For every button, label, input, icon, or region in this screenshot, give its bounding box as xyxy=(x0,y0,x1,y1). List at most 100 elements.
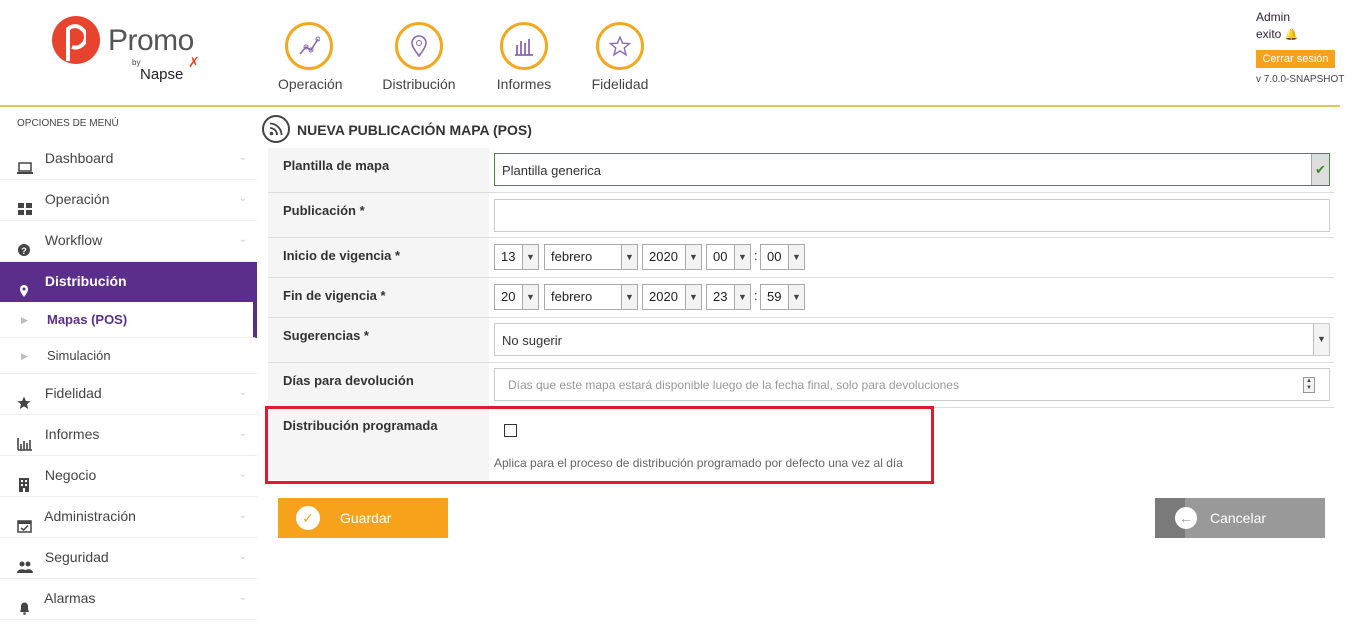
start-minute-select[interactable]: 00 ▼ xyxy=(760,244,805,270)
chevron-down-icon: ▼ xyxy=(522,245,538,269)
topnav-informes[interactable]: Informes xyxy=(495,22,553,100)
bell-icon xyxy=(17,591,33,616)
sidebar-item-distribucion[interactable]: Distribución xyxy=(0,262,257,302)
user-status: exito xyxy=(1256,27,1282,41)
sidebar-item-label: Negocio xyxy=(44,467,97,483)
sidebar-item-workflow[interactable]: ? Workflow ⌄ xyxy=(0,221,257,262)
suggestions-value: No sugerir xyxy=(502,333,562,348)
topnav-label: Distribución xyxy=(382,76,456,92)
chevron-down-icon: ▼ xyxy=(621,245,637,269)
sidebar-subitem-mapas-pos[interactable]: ▶ Mapas (POS) xyxy=(0,302,257,338)
end-minute-select[interactable]: 59 ▼ xyxy=(760,284,805,310)
sidebar-item-label: Seguridad xyxy=(44,549,109,565)
publication-input[interactable] xyxy=(494,199,1330,232)
time-separator: : xyxy=(754,288,758,303)
chevron-down-icon: ▼ xyxy=(522,285,538,309)
sidebar-item-seguridad[interactable]: Seguridad ⌄ xyxy=(0,538,257,579)
topnav-label: Fidelidad xyxy=(591,76,649,92)
template-value: Plantilla generica xyxy=(502,163,602,178)
topnav-label: Informes xyxy=(496,76,552,92)
select-value: 13 xyxy=(501,249,516,264)
select-value: 23 xyxy=(713,289,728,304)
select-value: 20 xyxy=(501,289,516,304)
promo-logo[interactable]: Promo by Napse ✗ xyxy=(52,16,212,86)
end-day-select[interactable]: 20 ▼ xyxy=(494,284,539,310)
form-row-suggestions: Sugerencias * No sugerir ▼ xyxy=(268,318,1334,363)
chevron-down-icon: ⌄ xyxy=(238,510,247,521)
chevron-down-icon: ⌄ xyxy=(238,193,247,204)
sidebar-item-operacion[interactable]: Operación ⌄ xyxy=(0,180,257,221)
time-separator: : xyxy=(754,248,758,263)
field-label: Publicación * xyxy=(268,193,489,237)
chevron-down-icon: ▼ xyxy=(788,245,804,269)
sidebar-item-alarmas[interactable]: Alarmas ⌄ xyxy=(0,579,257,620)
user-status-row: exito 🔔 xyxy=(1256,26,1298,44)
select-value: 00 xyxy=(767,249,782,264)
sidebar-item-label: Workflow xyxy=(44,232,103,248)
chevron-down-icon: ⌄ xyxy=(238,428,247,439)
sidebar-item-administracion[interactable]: Administración ⌄ xyxy=(0,497,257,538)
sidebar-item-label: Operación xyxy=(44,191,110,207)
number-spinner[interactable]: ▲ ▼ xyxy=(1303,377,1315,393)
return-days-placeholder: Días que este mapa estará disponible lue… xyxy=(508,378,959,392)
start-year-select[interactable]: 2020 ▼ xyxy=(642,244,702,270)
end-hour-select[interactable]: 23 ▼ xyxy=(706,284,751,310)
start-hour-select[interactable]: 00 ▼ xyxy=(706,244,751,270)
user-name[interactable]: Admin xyxy=(1256,9,1298,26)
bell-icon[interactable]: 🔔 xyxy=(1285,29,1299,41)
svg-text:?: ? xyxy=(21,246,27,256)
chevron-down-icon: ⌄ xyxy=(238,234,247,245)
template-select[interactable]: Plantilla generica ✔ xyxy=(494,153,1330,186)
sidebar-item-informes[interactable]: Informes ⌄ xyxy=(0,415,257,456)
end-year-select[interactable]: 2020 ▼ xyxy=(642,284,702,310)
cancel-button[interactable]: ← Cancelar xyxy=(1155,498,1325,538)
sidebar: OPCIONES DE MENÚ Dashboard ⌄ Operación ⌄… xyxy=(0,107,257,628)
arrow-left-icon: ← xyxy=(1175,507,1197,529)
field-label: Sugerencias * xyxy=(268,318,489,362)
brand-company: Napse xyxy=(140,66,184,83)
user-info: Admin exito 🔔 xyxy=(1256,9,1298,44)
chevron-down-icon: ⌄ xyxy=(238,387,247,398)
suggestions-select[interactable]: No sugerir ▼ xyxy=(494,323,1330,356)
sidebar-item-dashboard[interactable]: Dashboard ⌄ xyxy=(0,139,257,180)
sidebar-item-label: Alarmas xyxy=(44,590,96,606)
save-label: Guardar xyxy=(340,510,392,526)
sidebar-item-fidelidad[interactable]: Fidelidad ⌄ xyxy=(0,374,257,415)
chevron-down-icon: ▼ xyxy=(734,245,750,269)
form-row-template: Plantilla de mapa Plantilla generica ✔ xyxy=(268,148,1334,193)
topnav-fidelidad[interactable]: Fidelidad xyxy=(591,22,649,100)
sidebar-item-label: Distribución xyxy=(44,273,127,289)
star-icon xyxy=(17,386,33,410)
map-marker-icon xyxy=(17,274,33,298)
rss-icon xyxy=(262,115,290,143)
sidebar-item-label: Simulación xyxy=(47,348,111,363)
napse-mark-icon: ✗ xyxy=(188,54,200,70)
sidebar-subitem-simulacion[interactable]: ▶ Simulación xyxy=(0,338,257,374)
start-day-select[interactable]: 13 ▼ xyxy=(494,244,539,270)
sidebar-item-label: Dashboard xyxy=(44,150,114,166)
select-value: 2020 xyxy=(649,289,678,304)
grid-icon xyxy=(17,192,33,216)
logo-mark-icon xyxy=(52,16,100,64)
brand-name: Promo xyxy=(108,24,194,57)
save-button[interactable]: ✓ Guardar xyxy=(278,498,448,538)
topnav-operacion[interactable]: Operación xyxy=(278,22,343,100)
topnav-distribucion[interactable]: Distribución xyxy=(382,22,456,100)
return-days-input[interactable]: Días que este mapa estará disponible lue… xyxy=(494,368,1330,401)
building-icon xyxy=(17,468,33,493)
chart-line-icon xyxy=(285,22,333,70)
sidebar-item-label: Administración xyxy=(44,508,136,524)
start-month-select[interactable]: febrero ▼ xyxy=(544,244,638,270)
form-row-start: Inicio de vigencia * 13 ▼ febrero ▼ 2020 ▼ … xyxy=(268,238,1334,278)
field-label: Fin de vigencia * xyxy=(268,278,489,317)
check-icon: ✔ xyxy=(1311,154,1329,185)
map-pin-icon xyxy=(395,22,443,70)
sidebar-item-label: Informes xyxy=(44,426,100,442)
select-value: 2020 xyxy=(649,249,678,264)
form-row-return-days: Días para devolución Días que este mapa … xyxy=(268,363,1334,408)
logout-button[interactable]: Cerrar sesión xyxy=(1256,50,1335,68)
sidebar-item-label: Fidelidad xyxy=(44,385,102,401)
sidebar-item-negocio[interactable]: Negocio ⌄ xyxy=(0,456,257,497)
end-month-select[interactable]: febrero ▼ xyxy=(544,284,638,310)
check-circle-icon: ✓ xyxy=(296,506,320,530)
